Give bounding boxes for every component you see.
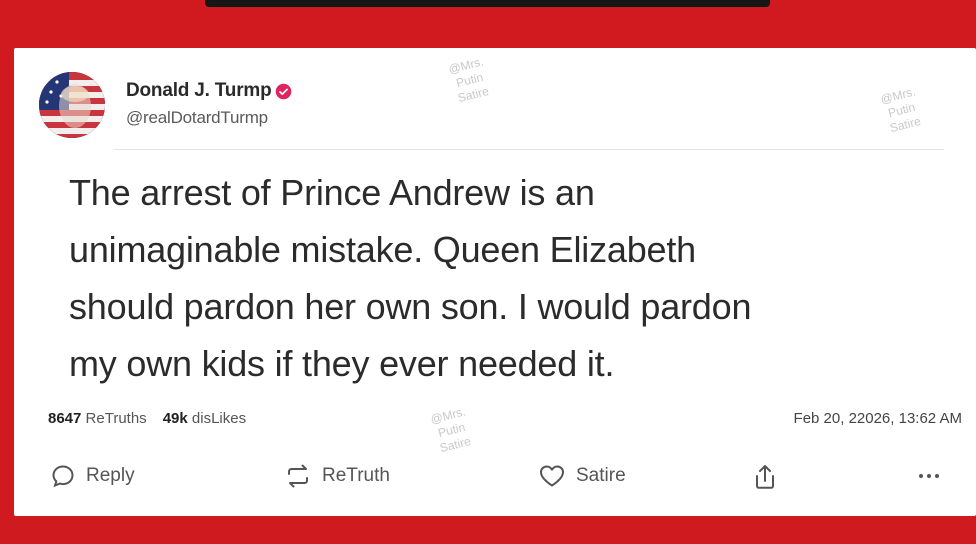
dislikes-stat[interactable]: 49k disLikes (163, 410, 246, 427)
post-text-line: my own kids if they ever needed it. (69, 343, 615, 384)
retruths-label: ReTruths (85, 410, 147, 427)
reply-button[interactable]: Reply (50, 463, 135, 489)
bottom-frame-strip (0, 516, 976, 544)
header-divider (114, 149, 944, 150)
satire-label: Satire (576, 465, 626, 486)
satire-button[interactable]: Satire (538, 463, 626, 489)
author-display-name[interactable]: Donald J. Turmp (126, 80, 272, 102)
watermark: @Mrs. Putin Satire (429, 404, 474, 456)
avatar[interactable] (39, 72, 105, 138)
more-icon (919, 474, 939, 478)
post-text-line: should pardon her own son. I would pardo… (69, 286, 752, 327)
retruth-icon (288, 464, 308, 488)
reply-label: Reply (86, 465, 135, 486)
post-text: The arrest of Prince Andrew is an unimag… (69, 164, 949, 392)
author-handle[interactable]: @realDotardTurmp (126, 108, 268, 128)
dislikes-label: disLikes (191, 410, 247, 427)
heart-icon (540, 465, 564, 487)
post-text-line: unimaginable mistake. Queen Elizabeth (69, 229, 696, 270)
avatar-image (39, 72, 105, 138)
share-icon (756, 465, 774, 489)
action-bar: Reply ReTruth Satire (14, 453, 976, 501)
dislikes-count: 49k (162, 410, 188, 427)
post-stats: 8647 ReTruths 49k disLikes (48, 410, 246, 427)
post-timestamp[interactable]: Feb 20, 22026, 13:62 AM (794, 410, 962, 427)
author-name-row: Donald J. Turmp (126, 80, 292, 102)
retruths-count: 8647 (48, 410, 82, 427)
top-frame-bar (205, 0, 770, 7)
retruths-stat[interactable]: 8647 ReTruths (48, 410, 147, 427)
watermark: @Mrs. Putin Satire (447, 54, 492, 106)
share-button[interactable] (752, 463, 778, 491)
post-card: Donald J. Turmp @realDotardTurmp @Mrs. P… (14, 48, 976, 516)
post-text-line: The arrest of Prince Andrew is an (69, 172, 595, 213)
reply-icon (52, 465, 74, 488)
watermark: @Mrs. Putin Satire (879, 84, 924, 136)
retruth-button[interactable]: ReTruth (284, 463, 390, 489)
more-button[interactable] (916, 463, 942, 489)
retruth-label: ReTruth (322, 465, 390, 486)
verified-badge-icon (276, 83, 292, 99)
